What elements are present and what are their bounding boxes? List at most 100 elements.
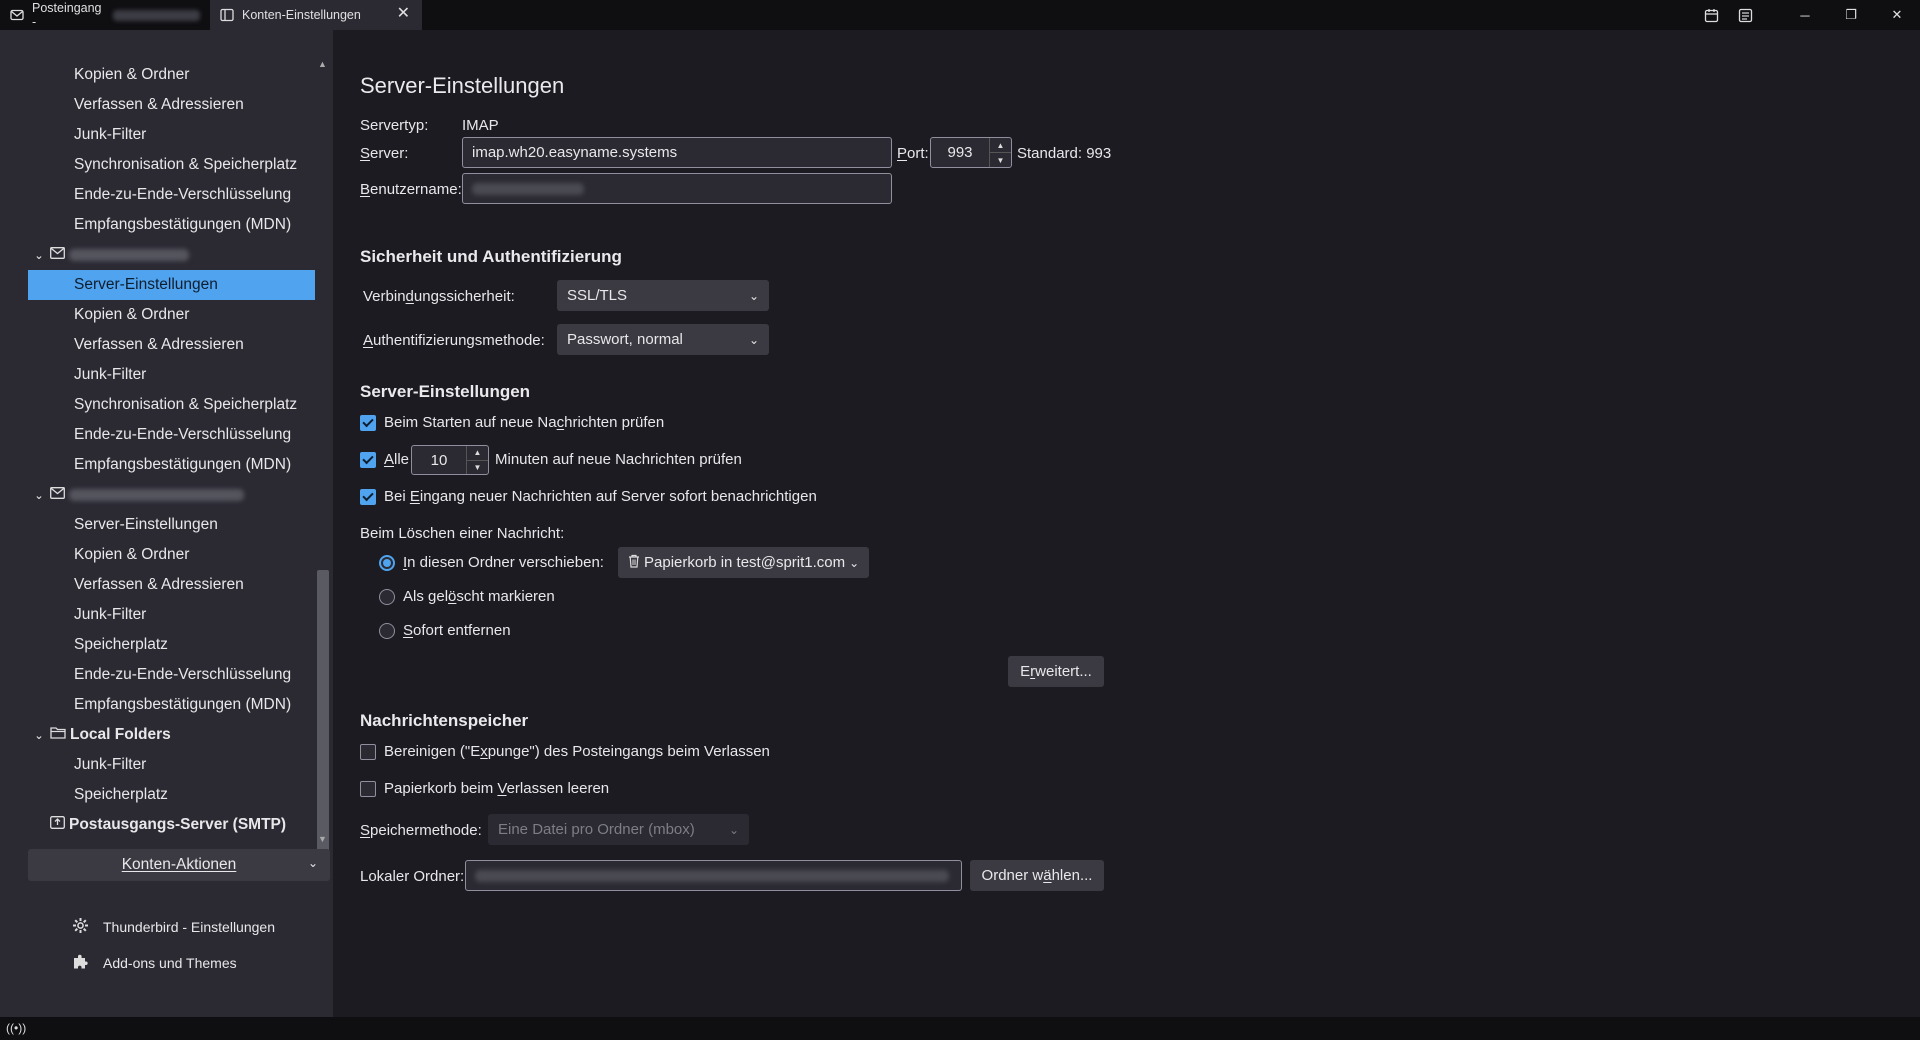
local-folder-label: Lokaler Ordner:	[360, 868, 465, 885]
notify-new-row[interactable]: Bei Eingang neuer Nachrichten auf Server…	[360, 488, 817, 505]
check-every-checkbox[interactable]	[360, 451, 376, 468]
advanced-button[interactable]: Erweitert...	[1008, 656, 1104, 687]
local-folder-input[interactable]	[465, 860, 962, 891]
smtp-row[interactable]: Postausgangs-Server (SMTP)	[28, 810, 315, 840]
remove-now-radio[interactable]	[379, 622, 395, 639]
scroll-down-icon[interactable]: ▼	[315, 833, 330, 845]
minimize-button[interactable]: ─	[1782, 0, 1828, 30]
tree-item[interactable]: Junk-Filter	[28, 750, 315, 780]
tree-item[interactable]: Speicherplatz	[28, 780, 315, 810]
trash-folder-select[interactable]: Papierkorb in test@sprit1.com ⌄	[618, 547, 869, 578]
move-to-folder-label: In diesen Ordner verschieben:	[403, 554, 604, 571]
account-actions-button[interactable]: Konten-Aktionen ⌄	[28, 849, 330, 881]
empty-trash-row[interactable]: Papierkorb beim Verlassen leeren	[360, 780, 609, 797]
mark-deleted-row[interactable]: Als gelöscht markieren	[379, 588, 555, 605]
tree-item[interactable]: Junk-Filter	[28, 600, 315, 630]
mark-deleted-radio[interactable]	[379, 588, 395, 605]
tab-account-settings-label: Konten-Einstellungen	[242, 8, 361, 22]
server-label: Server:	[360, 145, 409, 162]
servertype-label: Servertyp:	[360, 117, 429, 134]
move-to-folder-radio[interactable]	[379, 554, 395, 571]
tree-item[interactable]: Empfangsbestätigungen (MDN)	[28, 690, 315, 720]
notify-new-checkbox[interactable]	[360, 488, 376, 505]
scroll-up-icon[interactable]: ▲	[315, 58, 330, 70]
empty-trash-checkbox[interactable]	[360, 780, 376, 797]
username-input[interactable]	[462, 173, 892, 204]
chevron-down-icon: ⌄	[307, 856, 318, 870]
online-status-icon[interactable]: ((•))	[6, 1021, 26, 1035]
tree-item[interactable]: Empfangsbestätigungen (MDN)	[28, 450, 315, 480]
tab-account-settings[interactable]: Konten-Einstellungen ✕	[210, 0, 422, 30]
close-icon[interactable]: ✕	[397, 6, 410, 22]
check-startup-row[interactable]: Beim Starten auf neue Nachrichten prüfen	[360, 414, 664, 431]
scrollbar-thumb[interactable]	[317, 570, 329, 858]
addons-themes-link[interactable]: Add-ons und Themes	[72, 953, 237, 973]
account-row[interactable]: ⌄	[28, 480, 315, 510]
tree-item[interactable]: Speicherplatz	[28, 630, 315, 660]
tree-item[interactable]: Ende-zu-Ende-Verschlüsselung	[28, 180, 315, 210]
notify-new-label: Bei Eingang neuer Nachrichten auf Server…	[384, 488, 817, 505]
tree-item[interactable]: Junk-Filter	[28, 120, 315, 150]
tree-item[interactable]: Synchronisation & Speicherplatz	[28, 390, 315, 420]
choose-folder-button-label: Ordner wählen...	[981, 867, 1093, 884]
move-to-folder-row[interactable]: In diesen Ordner verschieben:	[379, 554, 604, 571]
tree-item[interactable]: Empfangsbestätigungen (MDN)	[28, 210, 315, 240]
tree-item[interactable]: Verfassen & Adressieren	[28, 330, 315, 360]
sidebar-scrollbar[interactable]: ▲ ▼	[315, 58, 330, 858]
thunderbird-settings-link[interactable]: Thunderbird - Einstellungen	[72, 917, 275, 937]
tree-item[interactable]: Ende-zu-Ende-Verschlüsselung	[28, 420, 315, 450]
check-interval-stepper[interactable]: 10 ▲ ▼	[411, 445, 489, 475]
tree-item[interactable]: Verfassen & Adressieren	[28, 570, 315, 600]
port-value: 993	[947, 144, 973, 161]
tab-inbox[interactable]: Posteingang -	[0, 0, 210, 30]
tree-item[interactable]: Synchronisation & Speicherplatz	[28, 150, 315, 180]
empty-trash-label: Papierkorb beim Verlassen leeren	[384, 780, 610, 797]
chevron-down-icon[interactable]: ⌄	[32, 729, 46, 742]
folder-icon	[50, 726, 66, 744]
mark-deleted-label: Als gelöscht markieren	[403, 588, 555, 605]
tasks-icon[interactable]	[1728, 0, 1762, 30]
mail-icon	[50, 246, 65, 264]
server-settings-heading: Server-Einstellungen	[360, 382, 531, 401]
storage-method-label: Speichermethode:	[360, 822, 482, 839]
connection-security-select[interactable]: SSL/TLS ⌄	[557, 280, 769, 311]
tree-item[interactable]: Kopien & Ordner	[28, 60, 315, 90]
local-folders-row[interactable]: ⌄ Local Folders	[28, 720, 315, 750]
redacted-account	[112, 9, 200, 21]
calendar-icon[interactable]	[1694, 0, 1728, 30]
check-startup-checkbox[interactable]	[360, 414, 376, 431]
tree-item[interactable]: Ende-zu-Ende-Verschlüsselung	[28, 660, 315, 690]
expunge-checkbox[interactable]	[360, 743, 376, 760]
trash-icon	[628, 554, 640, 572]
tree-item[interactable]: Junk-Filter	[28, 360, 315, 390]
chevron-up-icon[interactable]: ▲	[990, 138, 1011, 152]
check-every-suffix: Minuten auf neue Nachrichten prüfen	[495, 451, 742, 468]
tree-item[interactable]: Kopien & Ordner	[28, 300, 315, 330]
storage-heading: Nachrichtenspeicher	[360, 711, 529, 730]
chevron-down-icon[interactable]: ▼	[990, 152, 1011, 167]
tree-item-selected[interactable]: Server-Einstellungen	[28, 270, 315, 300]
port-label: Port:	[897, 145, 929, 162]
choose-folder-button[interactable]: Ordner wählen...	[970, 860, 1104, 891]
tree-item[interactable]: Server-Einstellungen	[28, 510, 315, 540]
chevron-up-icon[interactable]: ▲	[467, 446, 488, 460]
chevron-down-icon[interactable]: ⌄	[32, 489, 46, 502]
expunge-label: Bereinigen ("Expunge") des Posteingangs …	[384, 743, 770, 760]
check-every-row: Alle	[360, 451, 409, 468]
chevron-down-icon: ⌄	[748, 332, 759, 347]
check-interval-value: 10	[430, 451, 448, 469]
port-stepper[interactable]: 993 ▲ ▼	[930, 137, 1012, 168]
expunge-row[interactable]: Bereinigen ("Expunge") des Posteingangs …	[360, 743, 770, 760]
auth-method-select[interactable]: Passwort, normal ⌄	[557, 324, 769, 355]
chevron-down-icon: ⌄	[728, 822, 739, 837]
server-input[interactable]: imap.wh20.easyname.systems	[462, 137, 892, 168]
restore-button[interactable]: ❐	[1828, 0, 1874, 30]
chevron-down-icon[interactable]: ⌄	[32, 249, 46, 262]
close-window-button[interactable]: ✕	[1874, 0, 1920, 30]
account-row[interactable]: ⌄	[28, 240, 315, 270]
chevron-down-icon[interactable]: ▼	[467, 459, 488, 475]
tree-item[interactable]: Kopien & Ordner	[28, 540, 315, 570]
tree-item[interactable]: Verfassen & Adressieren	[28, 90, 315, 120]
remove-now-row[interactable]: Sofort entfernen	[379, 622, 511, 639]
servertype-value: IMAP	[462, 117, 499, 134]
